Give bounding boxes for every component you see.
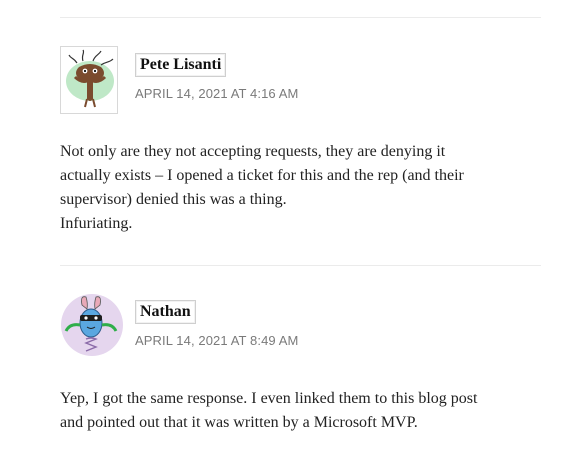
comment-divider-top (60, 17, 541, 18)
comment-pete-lisanti: Pete Lisanti APRIL 14, 2021 AT 4:16 AM N… (60, 46, 541, 246)
identicon-creature-icon (63, 49, 115, 111)
comment-body-line: and pointed out that it was written by a… (60, 414, 418, 431)
comment-body-line: Not only are they not accepting requests… (60, 143, 446, 160)
comment-body: Not only are they not accepting requests… (60, 140, 530, 236)
avatar-pete-lisanti (60, 46, 118, 114)
comment-body-line: Infuriating. (60, 215, 133, 232)
comment-body-line: supervisor) denied this was a thing. (60, 191, 287, 208)
comment-nathan: Nathan APRIL 14, 2021 AT 8:49 AM Yep, I … (60, 293, 541, 453)
comment-author-link[interactable]: Pete Lisanti (135, 53, 227, 77)
identicon-monster-icon (61, 294, 123, 356)
avatar-nathan (60, 293, 124, 357)
comment-date-link[interactable]: APRIL 14, 2021 AT 4:16 AM (135, 86, 298, 101)
comment-body: Yep, I got the same response. I even lin… (60, 387, 530, 435)
comment-body-line: actually exists – I opened a ticket for … (60, 167, 464, 184)
comment-divider (60, 265, 541, 266)
comment-author-link[interactable]: Nathan (135, 300, 196, 324)
comment-date-link[interactable]: APRIL 14, 2021 AT 8:49 AM (135, 333, 298, 348)
comment-body-line: Yep, I got the same response. I even lin… (60, 390, 478, 407)
